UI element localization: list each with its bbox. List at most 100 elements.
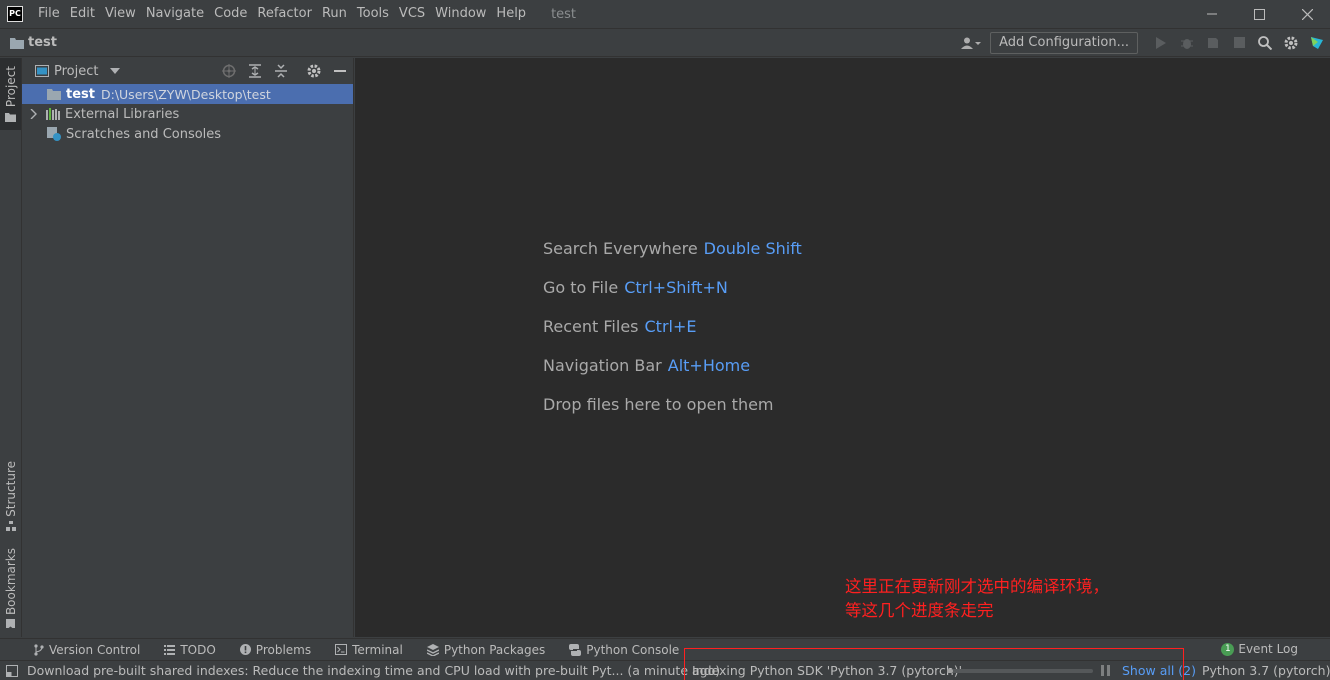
tool-tab-bookmarks[interactable]: Bookmarks — [0, 548, 21, 628]
tool-label: Event Log — [1238, 642, 1298, 656]
settings-button[interactable] — [1278, 32, 1304, 54]
minimize-icon — [1207, 13, 1217, 15]
stop-button[interactable] — [1226, 32, 1252, 54]
hide-panel-button[interactable] — [331, 62, 349, 80]
tool-label: Terminal — [352, 642, 403, 657]
collapse-all-button[interactable] — [272, 62, 290, 80]
pycharm-logo-icon: PC — [7, 6, 23, 22]
left-tool-strip: Project Structure Bookmarks — [0, 58, 22, 637]
tool-python-console[interactable]: Python Console — [569, 643, 679, 657]
search-everywhere-button[interactable] — [1252, 32, 1278, 54]
structure-icon — [5, 520, 16, 531]
status-bar: Download pre-built shared indexes: Reduc… — [0, 648, 1330, 680]
tree-row-scratches[interactable]: Scratches and Consoles — [22, 124, 353, 144]
debug-bug-icon — [1181, 38, 1193, 49]
tool-tab-structure-label: Structure — [3, 461, 18, 517]
tree-row-project-root[interactable]: test D:\Users\ZYW\Desktop\test — [22, 84, 353, 104]
tool-version-control[interactable]: Version Control — [34, 643, 140, 657]
close-window-button[interactable] — [1284, 0, 1330, 28]
python-interpreter-selector[interactable]: Python 3.7 (pytorch) — [1202, 663, 1330, 678]
menu-tools[interactable]: Tools — [352, 0, 394, 28]
external-libraries-label: External Libraries — [65, 106, 180, 122]
scratches-label: Scratches and Consoles — [66, 126, 222, 142]
tool-label: Version Control — [49, 642, 141, 657]
editor-empty-area: Search Everywhere Double Shift Go to File… — [355, 58, 1330, 637]
bookmark-icon — [6, 619, 15, 628]
maximize-button[interactable] — [1236, 0, 1282, 28]
debug-button[interactable] — [1174, 32, 1200, 54]
hint-label: Search Everywhere — [543, 239, 698, 258]
close-icon — [1301, 8, 1313, 20]
tool-terminal[interactable]: Terminal — [335, 643, 403, 657]
expand-all-icon — [249, 64, 261, 78]
problems-info-icon — [239, 644, 251, 655]
locate-file-button[interactable] — [220, 62, 238, 80]
hint-shortcut: Alt+Home — [667, 356, 751, 375]
menu-window[interactable]: Window — [430, 0, 491, 28]
tool-todo[interactable]: TODO — [164, 643, 216, 657]
minimize-button[interactable] — [1189, 0, 1235, 28]
python-packages-layers-icon — [426, 643, 439, 656]
run-with-coverage-button[interactable] — [1200, 32, 1226, 54]
navigation-bar: test Add Configuration... — [0, 28, 1330, 57]
menu-code[interactable]: Code — [209, 0, 252, 28]
todo-list-icon — [164, 644, 176, 655]
folder-icon — [10, 37, 24, 49]
tree-row-external-libraries[interactable]: External Libraries — [22, 104, 353, 124]
menu-file[interactable]: File — [33, 0, 65, 28]
indexing-status[interactable]: Indexing Python SDK 'Python 3.7 (pytorch… — [692, 663, 962, 678]
hint-drop-files: Drop files here to open them — [543, 395, 774, 414]
project-panel-title[interactable]: Project — [54, 64, 98, 79]
add-configuration-button[interactable]: Add Configuration... — [990, 31, 1138, 54]
ide-updates-button[interactable] — [1304, 32, 1330, 54]
chevron-right-icon[interactable] — [30, 109, 38, 119]
menu-view[interactable]: View — [100, 0, 141, 28]
tool-python-packages[interactable]: Python Packages — [426, 643, 545, 657]
window-title: test — [551, 6, 577, 22]
user-button[interactable] — [958, 32, 984, 54]
project-options-button[interactable] — [305, 62, 323, 80]
tool-label: Problems — [255, 642, 312, 657]
gear-icon — [307, 64, 321, 78]
tool-problems[interactable]: Problems — [239, 642, 312, 657]
hint-shortcut: Ctrl+Shift+N — [624, 278, 728, 297]
folder-icon — [47, 89, 61, 100]
project-root-path: D:\Users\ZYW\Desktop\test — [100, 86, 271, 102]
menu-run[interactable]: Run — [317, 0, 352, 28]
menu-vcs[interactable]: VCS — [394, 0, 430, 28]
coverage-icon — [1208, 37, 1218, 48]
chevron-down-icon[interactable] — [110, 68, 121, 74]
menu-navigate[interactable]: Navigate — [141, 0, 209, 28]
jetbrains-toolbox-icon — [1311, 36, 1323, 49]
project-panel-header: Project — [22, 58, 353, 84]
user-icon — [961, 37, 982, 49]
status-message-text: Download pre-built shared indexes: Reduc… — [27, 663, 721, 678]
status-message[interactable]: Download pre-built shared indexes: Reduc… — [6, 663, 720, 678]
tool-event-log[interactable]: 1 Event Log — [1221, 642, 1298, 656]
tool-tab-bookmarks-label: Bookmarks — [3, 548, 18, 616]
menu-refactor[interactable]: Refactor — [252, 0, 317, 28]
expand-all-button[interactable] — [246, 62, 264, 80]
breadcrumb-project[interactable]: test — [28, 35, 57, 50]
gear-icon — [1284, 36, 1298, 49]
hint-label: Navigation Bar — [543, 356, 662, 375]
python-console-icon — [569, 643, 582, 656]
menu-edit[interactable]: Edit — [65, 0, 100, 28]
hint-label: Recent Files — [543, 317, 639, 336]
tool-label: Python Console — [586, 642, 680, 657]
scratches-icon — [47, 127, 61, 141]
terminal-icon — [335, 644, 348, 655]
maximize-icon — [1253, 8, 1265, 20]
tool-tab-project[interactable]: Project — [0, 58, 21, 130]
menu-help[interactable]: Help — [491, 0, 531, 28]
hint-label: Go to File — [543, 278, 619, 297]
show-all-link[interactable]: Show all (2) — [1122, 663, 1196, 678]
hint-shortcut: Ctrl+E — [644, 317, 697, 336]
annotation-line-1: 这里正在更新刚才选中的编译环境， — [845, 577, 1109, 596]
pause-indexing-button[interactable] — [1101, 665, 1110, 676]
tool-tab-structure[interactable]: Structure — [0, 461, 21, 533]
annotation-line-2: 等这几个进度条走完 — [845, 601, 994, 620]
hint-recent-files: Recent Files Ctrl+E — [543, 317, 696, 336]
hint-search-everywhere: Search Everywhere Double Shift — [543, 239, 802, 258]
run-button[interactable] — [1148, 32, 1174, 54]
